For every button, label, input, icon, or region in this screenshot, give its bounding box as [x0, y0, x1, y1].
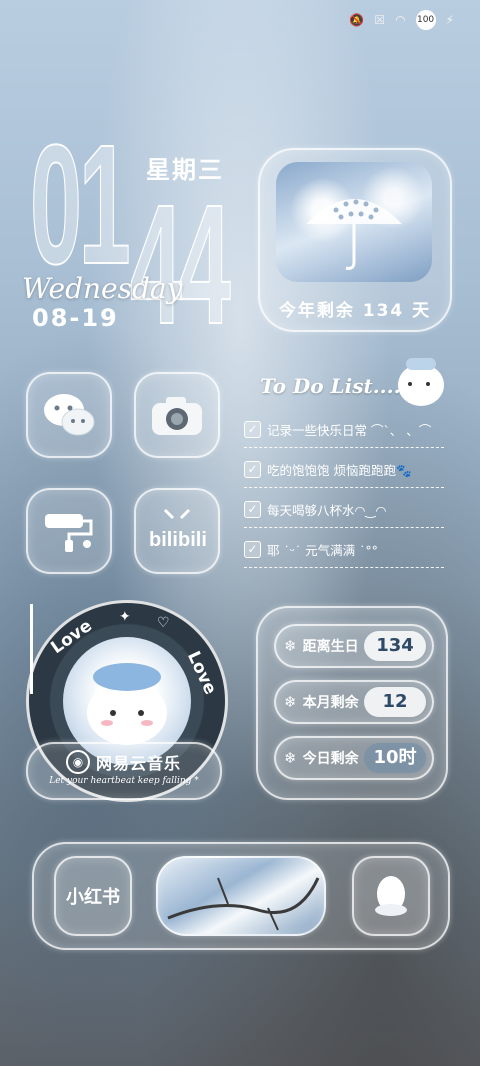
netease-music-pill[interactable]: ◉ 网易云音乐 Let your heartbeat keep falling … — [26, 742, 222, 800]
blossom-branch-image — [167, 877, 320, 931]
mute-icon: 🔕 — [349, 13, 365, 27]
charging-icon: ⚡ — [445, 13, 454, 27]
countdown-value: 134 — [364, 631, 426, 661]
checkbox-checked-icon[interactable]: ✓ — [244, 461, 261, 478]
countdown-row: ❄ 今日剩余 10时 — [274, 736, 434, 780]
countdown-value: 10时 — [364, 743, 426, 773]
clock-hour: 01 — [29, 110, 131, 300]
todo-item[interactable]: ✓ 吃的饱饱饱 烦恼跑跑跑🐾 — [244, 460, 444, 488]
tonearm[interactable] — [30, 604, 41, 694]
date-label: 08-19 — [32, 304, 119, 332]
countdown-row: ❄ 距离生日 134 — [274, 624, 434, 668]
music-tagline: Let your heartbeat keep falling * — [49, 776, 199, 786]
svg-text:bili: bili — [149, 529, 178, 551]
countdown-label: 今日剩余 — [302, 751, 359, 767]
bilibili-app-icon[interactable]: bili bili — [134, 488, 220, 574]
sparkle-icon: ✦ — [119, 609, 131, 625]
netease-music-icon: ◉ — [66, 750, 90, 774]
countdown-label: 距离生日 — [302, 639, 359, 655]
wifi-icon: ◠ — [395, 13, 406, 27]
sim-icon: ☒ — [374, 13, 386, 27]
xiaohongshu-label: 小红书 — [66, 887, 120, 908]
bilibili-icon: bili bili — [149, 508, 207, 551]
snowflake-icon: ❄ — [284, 749, 297, 767]
status-bar: 🔕 ☒ ◠ 100 ⚡ — [349, 10, 454, 30]
countdown-row: ❄ 本月剩余 12 — [274, 680, 434, 724]
countdown-label: 本月剩余 — [302, 695, 359, 711]
countdown-widget[interactable]: ❄ 距离生日 134 ❄ 本月剩余 12 ❄ 今日剩余 10时 — [256, 606, 448, 800]
snowflake-icon: ❄ — [284, 637, 297, 655]
umbrella-image — [276, 162, 432, 282]
cat-sticker — [398, 358, 444, 406]
wechat-icon — [44, 394, 95, 436]
todo-item-label: 每天喝够八杯水◠‿◠ — [267, 503, 387, 518]
todo-item-label: 耶 ˙ᵕ˙ 元气满满 ˙°° — [267, 543, 378, 558]
countdown-value: 12 — [364, 687, 426, 717]
music-app-name: 网易云音乐 — [96, 754, 182, 773]
battery-level: 100 — [415, 10, 436, 30]
camera-app-icon[interactable] — [134, 372, 220, 458]
camera-icon — [152, 397, 202, 435]
year-remaining-text: 今年剩余 134 天 — [278, 301, 432, 321]
wechat-app-icon[interactable] — [26, 372, 112, 458]
checkbox-checked-icon[interactable]: ✓ — [244, 421, 261, 438]
umbrella-icon — [306, 199, 402, 270]
todo-item-label: 吃的饱饱饱 烦恼跑跑跑🐾 — [267, 463, 412, 478]
year-remaining-widget[interactable]: 今年剩余 134 天 — [258, 148, 452, 332]
todo-item[interactable]: ✓ 每天喝够八杯水◠‿◠ — [244, 500, 444, 528]
xiaohongshu-app-icon[interactable]: 小红书 — [54, 856, 132, 936]
photo-widget[interactable] — [156, 856, 326, 936]
todo-title: To Do List.... — [260, 374, 401, 398]
dock: 小红书 — [32, 842, 450, 950]
weekday-label: 星期三 — [146, 156, 224, 184]
checkbox-checked-icon[interactable]: ✓ — [244, 501, 261, 518]
todo-item[interactable]: ✓ 记录一些快乐日常 ⌒`、 、⌒ — [244, 420, 444, 448]
snowflake-icon: ❄ — [284, 693, 297, 711]
todo-item[interactable]: ✓ 耶 ˙ᵕ˙ 元气满满 ˙°° — [244, 540, 444, 568]
weekday-script: Wednesday — [22, 272, 183, 305]
svg-text:bili: bili — [178, 529, 207, 551]
paint-roller-icon — [45, 514, 93, 552]
qq-penguin-icon — [375, 876, 407, 916]
clock-minute: 44 — [129, 170, 231, 360]
heart-icon: ♡ — [157, 615, 170, 631]
todo-item-label: 记录一些快乐日常 ⌒`、 、⌒ — [267, 423, 432, 438]
qq-app-icon[interactable] — [352, 856, 430, 936]
checkbox-checked-icon[interactable]: ✓ — [244, 541, 261, 558]
paint-app-icon[interactable] — [26, 488, 112, 574]
